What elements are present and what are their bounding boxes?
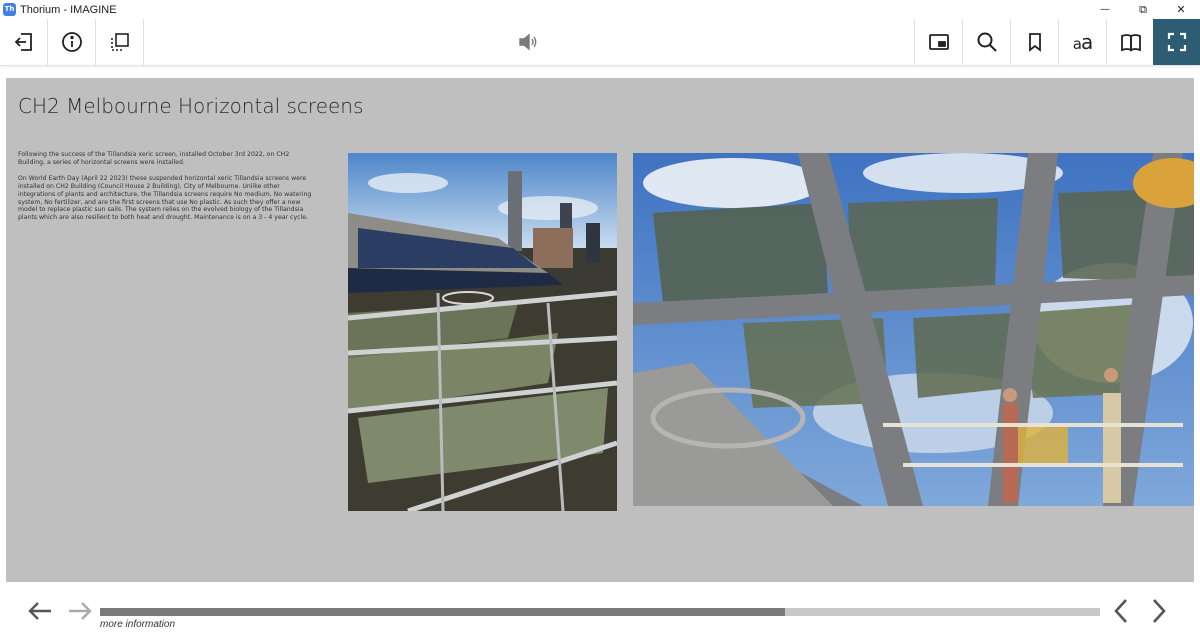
minimize-icon: —	[1100, 4, 1110, 15]
chevron-right-icon	[1153, 599, 1166, 623]
bookmark-button[interactable]	[1010, 19, 1058, 65]
fullscreen-button[interactable]	[1153, 19, 1200, 65]
bottom-navigation-bar: more information	[0, 584, 1200, 643]
speaker-icon	[519, 33, 537, 51]
text-settings-button[interactable]: aa	[1058, 19, 1106, 65]
read-aloud-button[interactable]	[504, 19, 552, 65]
reading-progress-bar[interactable]	[100, 608, 1100, 616]
paragraph: On World Earth Day (April 22 2023) these…	[18, 174, 312, 222]
window-title: Thorium - IMAGINE	[20, 3, 117, 16]
chevron-left-icon	[1114, 599, 1127, 623]
thorium-app-icon: Th	[3, 3, 16, 16]
reading-progress-fill	[100, 608, 785, 616]
info-icon	[61, 32, 82, 52]
back-to-library-icon	[14, 33, 32, 51]
more-information-link[interactable]: more information	[100, 619, 175, 630]
reader-toolbar: aa	[0, 19, 1200, 66]
screens-from-below-photo	[633, 153, 1194, 506]
search-icon	[977, 32, 997, 52]
restore-icon: ⧉	[1139, 2, 1147, 16]
bookmark-icon	[1028, 33, 1041, 52]
picture-in-picture-button[interactable]	[914, 19, 962, 65]
picture-in-picture-icon	[928, 34, 949, 50]
text-settings-icon: aa	[1072, 30, 1093, 54]
page-title: CH2 Melbourne Horizontal screens	[18, 94, 364, 118]
table-of-contents-button[interactable]	[96, 19, 144, 65]
rooftop-screens-photo	[348, 153, 617, 511]
publication-page: CH2 Melbourne Horizontal screens Followi…	[6, 78, 1194, 582]
close-icon: ✕	[1176, 3, 1186, 16]
history-back-button[interactable]	[25, 596, 55, 626]
arrow-right-icon	[69, 602, 92, 620]
reading-mode-button[interactable]	[1106, 19, 1154, 65]
paragraph: Following the success of the Tillandsia …	[18, 151, 290, 166]
search-button[interactable]	[962, 19, 1010, 65]
close-button[interactable]: ✕	[1162, 0, 1200, 19]
info-button[interactable]	[48, 19, 96, 65]
arrow-left-icon	[28, 602, 51, 620]
window-title-bar: Th Thorium - IMAGINE — ⧉ ✕	[0, 0, 1200, 19]
back-to-library-button[interactable]	[0, 19, 48, 65]
reading-mode-icon	[1120, 34, 1141, 52]
next-page-button[interactable]	[1144, 596, 1174, 626]
page-body-text: Following the success of the Tillandsia …	[18, 151, 314, 230]
table-of-contents-icon	[110, 33, 129, 51]
previous-page-button[interactable]	[1106, 596, 1136, 626]
minimize-button[interactable]: —	[1086, 0, 1124, 19]
history-forward-button[interactable]	[65, 596, 95, 626]
fullscreen-icon	[1167, 32, 1186, 52]
restore-button[interactable]: ⧉	[1124, 0, 1162, 19]
